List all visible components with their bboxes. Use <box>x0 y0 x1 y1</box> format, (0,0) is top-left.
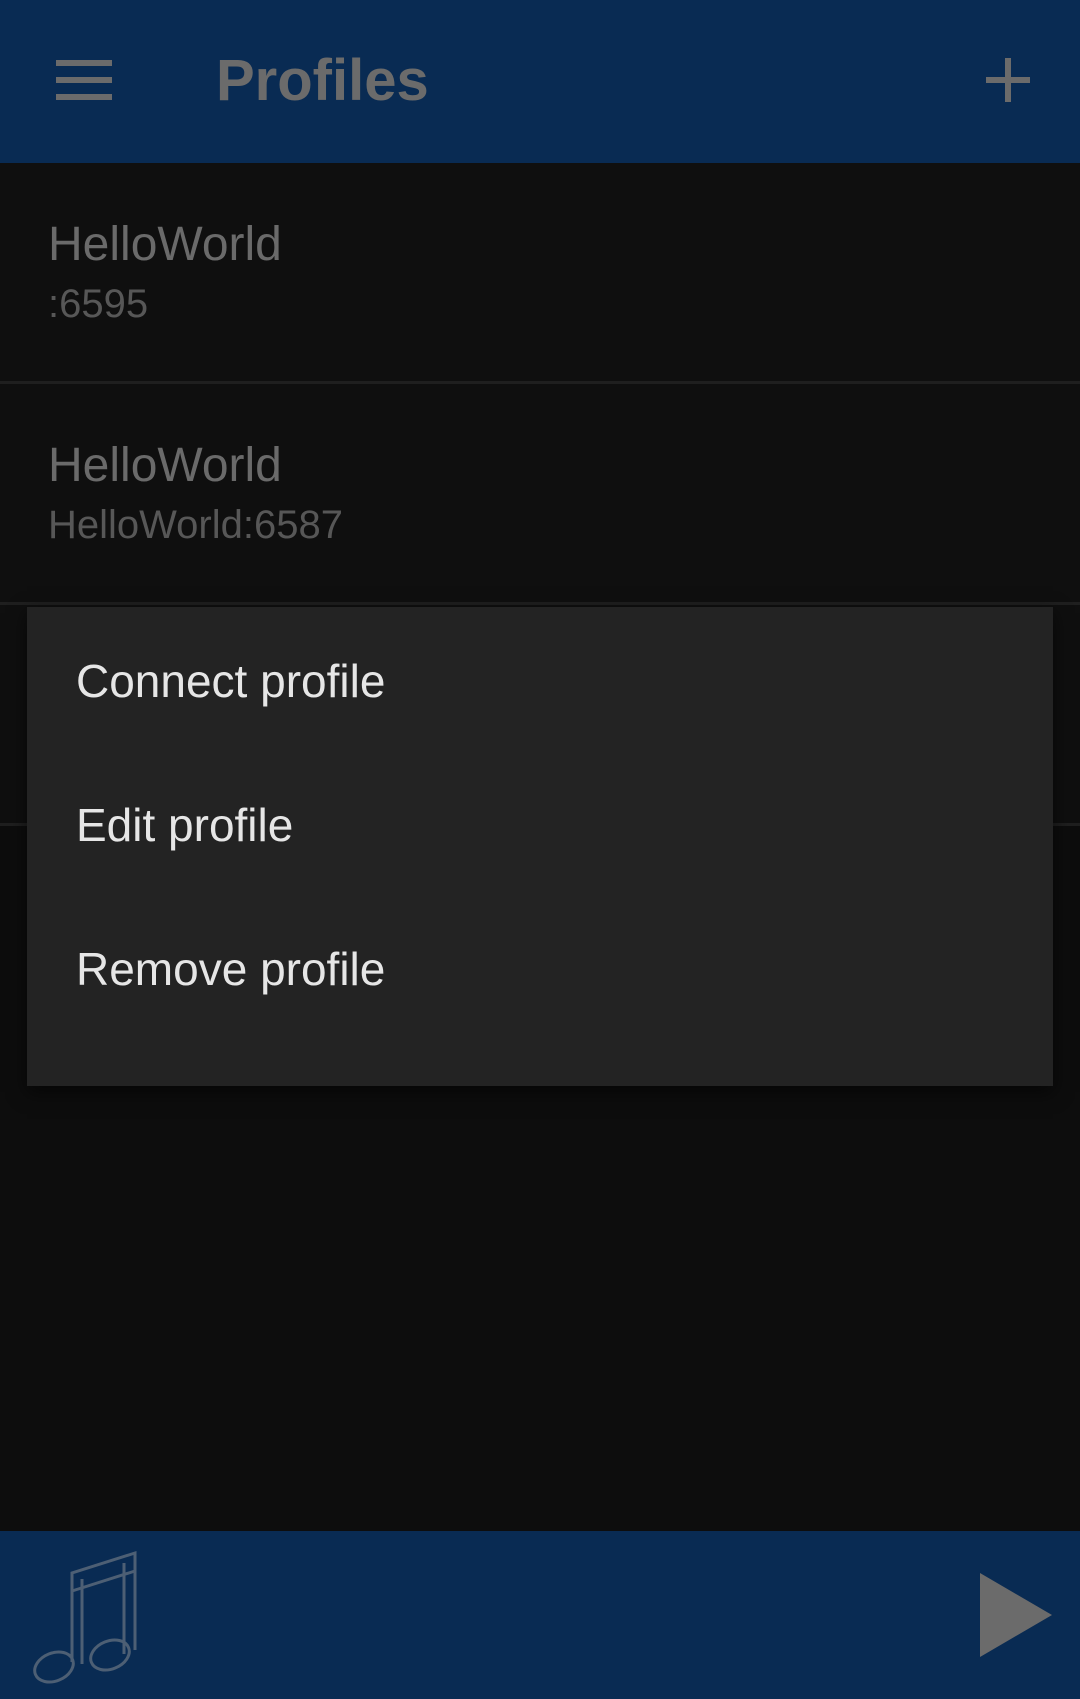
hamburger-menu-icon[interactable] <box>56 60 112 100</box>
edit-profile-menu-item[interactable]: Edit profile <box>27 751 1053 895</box>
menu-item-label: Remove profile <box>76 943 386 995</box>
profile-address: HelloWorld:6587 <box>48 503 343 547</box>
profile-address: :6595 <box>48 282 149 326</box>
music-note-icon <box>33 1550 137 1684</box>
bottom-player-bar <box>0 1531 1080 1699</box>
app-bar: Profiles <box>0 0 1080 163</box>
menu-icon-bar <box>56 77 112 83</box>
remove-profile-menu-item[interactable]: Remove profile <box>27 895 1053 1039</box>
connect-profile-menu-item[interactable]: Connect profile <box>27 607 1053 751</box>
menu-item-label: Connect profile <box>76 655 386 707</box>
menu-icon-bar <box>56 60 112 66</box>
profile-name: HelloWorld <box>48 218 282 271</box>
profile-name: HelloWorld <box>48 439 282 492</box>
menu-item-label: Edit profile <box>76 799 294 851</box>
page-title: Profiles <box>216 48 429 113</box>
profile-context-menu: Connect profile Edit profile Remove prof… <box>27 607 1053 1086</box>
profile-list-item[interactable]: HelloWorld :6595 <box>0 163 1080 384</box>
profile-list-item[interactable]: HelloWorld HelloWorld:6587 <box>0 384 1080 605</box>
play-icon[interactable] <box>980 1573 1052 1657</box>
plus-icon[interactable] <box>986 58 1030 102</box>
menu-icon-bar <box>56 94 112 100</box>
